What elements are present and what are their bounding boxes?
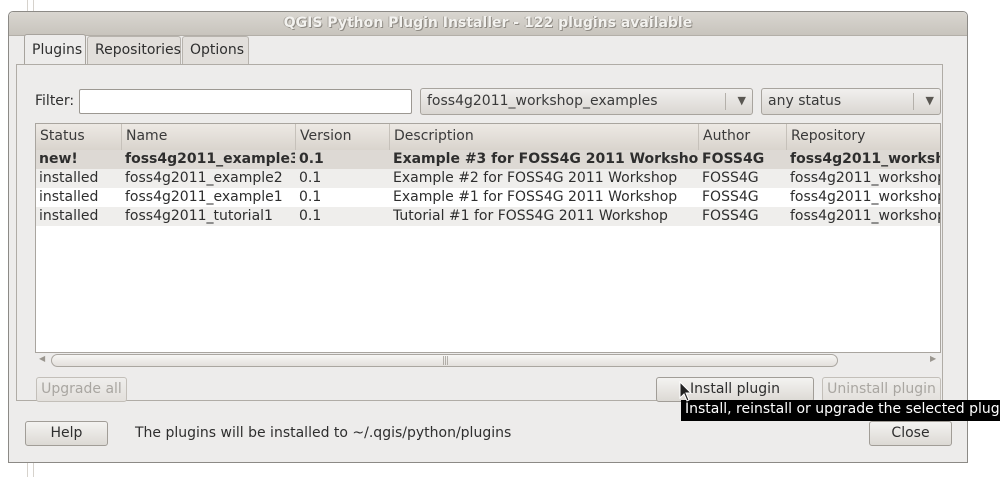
tab-repositories[interactable]: Repositories	[87, 36, 181, 64]
scrollbar-thumb[interactable]: |||	[51, 354, 838, 367]
plugins-table[interactable]: Status Name Version Description Author R…	[35, 123, 941, 353]
column-header-repository[interactable]: Repository	[787, 124, 940, 150]
combo-separator	[913, 93, 914, 110]
cell-repository: foss4g2011_workshop_examples	[790, 189, 940, 205]
cell-repository: foss4g2011_workshop_examples	[790, 170, 940, 186]
chevron-down-icon: ▼	[925, 94, 934, 107]
arrow-left-icon[interactable]: ◀	[39, 354, 45, 363]
grip-icon: |||	[442, 356, 449, 366]
cell-status: installed	[39, 208, 99, 224]
table-row[interactable]: new! foss4g2011_example3 0.1 Example #3 …	[36, 150, 940, 169]
table-row[interactable]: installed foss4g2011_tutorial1 0.1 Tutor…	[36, 207, 940, 226]
install-path-text: The plugins will be installed to ~/.qgis…	[135, 425, 512, 441]
cell-version: 0.1	[299, 170, 322, 186]
cell-status: new!	[39, 151, 78, 167]
cell-version: 0.1	[299, 208, 322, 224]
cell-description: Example #1 for FOSS4G 2011 Workshop	[393, 189, 678, 205]
close-button[interactable]: Close	[869, 421, 952, 446]
window-title: QGIS Python Plugin Installer - 122 plugi…	[283, 15, 693, 31]
cell-repository: foss4g2011_workshop_examples	[790, 208, 940, 224]
chevron-down-icon: ▼	[737, 94, 746, 107]
horizontal-scrollbar[interactable]: ◀ ||| ▶	[35, 353, 941, 369]
tab-options[interactable]: Options	[182, 36, 249, 64]
status-select[interactable]: any status ▼	[761, 88, 941, 115]
upgrade-all-button[interactable]: Upgrade all	[36, 377, 127, 402]
cell-author: FOSS4G	[702, 208, 759, 224]
repository-select[interactable]: foss4g2011_workshop_examples ▼	[420, 88, 753, 115]
repository-select-value: foss4g2011_workshop_examples	[427, 93, 658, 109]
column-header-name[interactable]: Name	[122, 124, 296, 150]
column-header-description[interactable]: Description	[390, 124, 699, 150]
cell-name: foss4g2011_example1	[125, 189, 283, 205]
title-bar[interactable]: QGIS Python Plugin Installer - 122 plugi…	[9, 12, 967, 36]
filter-label: Filter:	[35, 93, 75, 109]
cell-description: Example #3 for FOSS4G 2011 Workshop	[393, 151, 698, 167]
column-header-version[interactable]: Version	[296, 124, 390, 150]
cell-description: Tutorial #1 for FOSS4G 2011 Workshop	[393, 208, 668, 224]
cell-author: FOSS4G	[702, 189, 759, 205]
uninstall-plugin-button[interactable]: Uninstall plugin	[822, 377, 941, 402]
status-select-value: any status	[768, 93, 842, 109]
install-tooltip: Install, reinstall or upgrade the select…	[681, 400, 1000, 421]
cell-version: 0.1	[299, 151, 324, 167]
column-header-author[interactable]: Author	[699, 124, 787, 150]
cell-status: installed	[39, 170, 99, 186]
combo-separator	[725, 93, 726, 110]
cell-description: Example #2 for FOSS4G 2011 Workshop	[393, 170, 678, 186]
cell-repository: foss4g2011_workshop_examples	[790, 151, 940, 167]
help-button[interactable]: Help	[25, 421, 108, 446]
table-row[interactable]: installed foss4g2011_example1 0.1 Exampl…	[36, 188, 940, 207]
mouse-pointer-icon	[679, 381, 693, 402]
cell-name: foss4g2011_example3	[125, 151, 295, 167]
filter-input[interactable]	[79, 89, 412, 114]
cell-version: 0.1	[299, 189, 322, 205]
column-header-status[interactable]: Status	[36, 124, 122, 150]
arrow-right-icon[interactable]: ▶	[930, 354, 936, 363]
cell-name: foss4g2011_example2	[125, 170, 283, 186]
tab-plugins[interactable]: Plugins	[24, 34, 86, 65]
cell-author: FOSS4G	[702, 170, 759, 186]
cell-status: installed	[39, 189, 99, 205]
cell-author: FOSS4G	[702, 151, 765, 167]
cell-name: foss4g2011_tutorial1	[125, 208, 273, 224]
table-header: Status Name Version Description Author R…	[36, 124, 940, 151]
table-row[interactable]: installed foss4g2011_example2 0.1 Exampl…	[36, 169, 940, 188]
